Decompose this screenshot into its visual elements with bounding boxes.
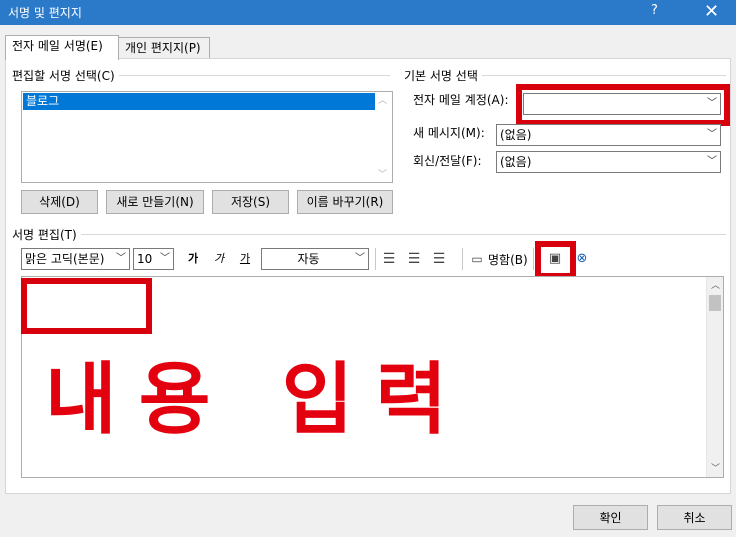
- new-messages-select[interactable]: (없음) ﹀: [496, 124, 721, 146]
- chevron-down-icon[interactable]: ﹀: [352, 249, 368, 269]
- font-select[interactable]: 맑은 고딕(본문) ﹀: [21, 248, 130, 270]
- italic-button[interactable]: 가: [210, 250, 228, 268]
- list-item[interactable]: 블로그: [23, 93, 376, 110]
- scroll-up-icon[interactable]: ︿: [711, 278, 720, 291]
- font-color-value: 자동: [297, 252, 320, 266]
- cancel-button[interactable]: 취소: [657, 505, 732, 530]
- toolbar-separator: [375, 248, 376, 270]
- highlight-box: [21, 278, 152, 334]
- editor-scrollbar[interactable]: ︿ ﹀: [706, 277, 723, 477]
- save-button[interactable]: 저장(S): [212, 190, 289, 214]
- bold-button[interactable]: 가: [184, 250, 202, 268]
- window-title: 서명 및 편지지: [8, 6, 82, 20]
- underline-button[interactable]: 가: [236, 250, 254, 268]
- tab-email-signature-label: 전자 메일 서명(E): [12, 39, 103, 53]
- align-left-icon[interactable]: ☰: [380, 250, 398, 268]
- align-right-icon[interactable]: ☰: [430, 250, 448, 268]
- replies-label: 회신/전달(F):: [413, 154, 482, 168]
- tab-personal-stationery[interactable]: 개인 편지지(P): [118, 37, 210, 60]
- chevron-down-icon[interactable]: ﹀: [704, 125, 720, 145]
- group-divider: [14, 234, 726, 235]
- chevron-down-icon[interactable]: ﹀: [157, 249, 173, 269]
- align-center-icon[interactable]: ☰: [405, 250, 423, 268]
- business-card-button[interactable]: 명함(B): [488, 253, 528, 267]
- hyperlink-icon[interactable]: ⊗: [573, 250, 591, 268]
- replies-value: (없음): [500, 155, 532, 169]
- scroll-down-icon[interactable]: ﹀: [378, 167, 387, 180]
- font-value: 맑은 고딕(본문): [25, 252, 105, 266]
- tab-email-signature[interactable]: 전자 메일 서명(E): [5, 35, 119, 60]
- chevron-down-icon[interactable]: ﹀: [113, 249, 129, 269]
- font-size-value: 10: [137, 252, 153, 266]
- email-account-label: 전자 메일 계정(A):: [413, 93, 509, 107]
- annotation-text: 내용 입력: [45, 355, 470, 445]
- font-color-select[interactable]: 자동 ﹀: [261, 248, 369, 270]
- chevron-down-icon[interactable]: ﹀: [704, 152, 720, 172]
- signature-list[interactable]: 블로그 ︿ ﹀: [21, 91, 393, 183]
- ok-button[interactable]: 확인: [573, 505, 648, 530]
- toolbar-separator: [533, 248, 534, 270]
- title-bar: 서명 및 편지지 ? ✕: [0, 0, 736, 25]
- delete-button[interactable]: 삭제(D): [21, 190, 98, 214]
- default-signature-label: 기본 서명 선택: [404, 69, 482, 83]
- scroll-down-icon[interactable]: ﹀: [711, 461, 720, 474]
- help-button[interactable]: ?: [651, 3, 658, 18]
- new-messages-value: (없음): [500, 128, 532, 142]
- select-signature-label: 편집할 서명 선택(C): [12, 69, 119, 83]
- rename-button[interactable]: 이름 바꾸기(R): [297, 190, 393, 214]
- highlight-box: [516, 84, 730, 126]
- highlight-box: [535, 241, 576, 279]
- close-icon[interactable]: ✕: [704, 0, 719, 24]
- edit-signature-label: 서명 편집(T): [12, 228, 81, 242]
- new-messages-label: 새 메시지(M):: [413, 126, 485, 140]
- list-scrollbar[interactable]: ︿ ﹀: [375, 92, 392, 182]
- toolbar-separator: [462, 248, 463, 270]
- business-card-icon[interactable]: ▭: [468, 250, 486, 268]
- replies-select[interactable]: (없음) ﹀: [496, 151, 721, 173]
- font-size-select[interactable]: 10 ﹀: [133, 248, 174, 270]
- scroll-thumb[interactable]: [709, 295, 721, 311]
- tab-personal-stationery-label: 개인 편지지(P): [125, 41, 201, 55]
- scroll-up-icon[interactable]: ︿: [378, 93, 387, 106]
- new-button[interactable]: 새로 만들기(N): [106, 190, 204, 214]
